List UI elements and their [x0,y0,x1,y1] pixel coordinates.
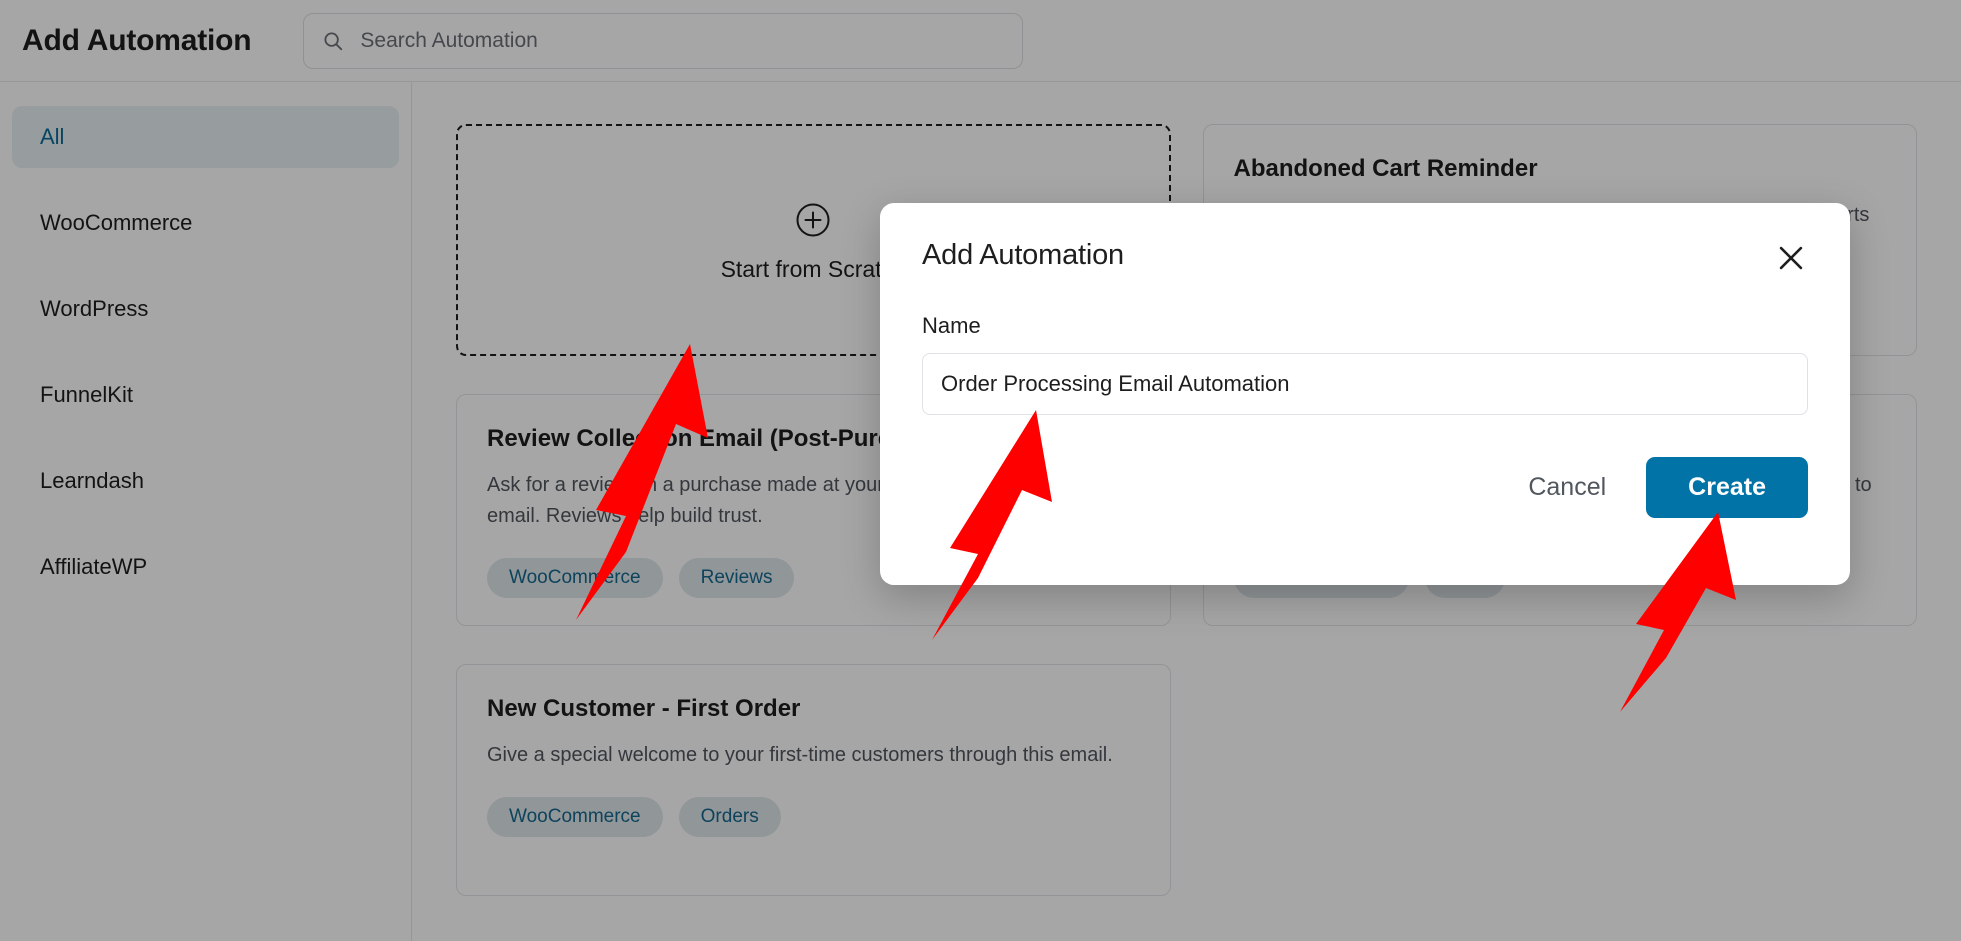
modal-header: Add Automation [922,239,1808,275]
modal-actions: Cancel Create [922,457,1808,518]
modal-title: Add Automation [922,239,1124,271]
name-field-label: Name [922,313,981,338]
create-button[interactable]: Create [1646,457,1808,518]
close-icon[interactable] [1774,241,1808,275]
add-automation-modal: Add Automation Name Cancel Create [880,203,1850,585]
cancel-button[interactable]: Cancel [1524,467,1610,508]
name-input[interactable] [922,353,1808,415]
